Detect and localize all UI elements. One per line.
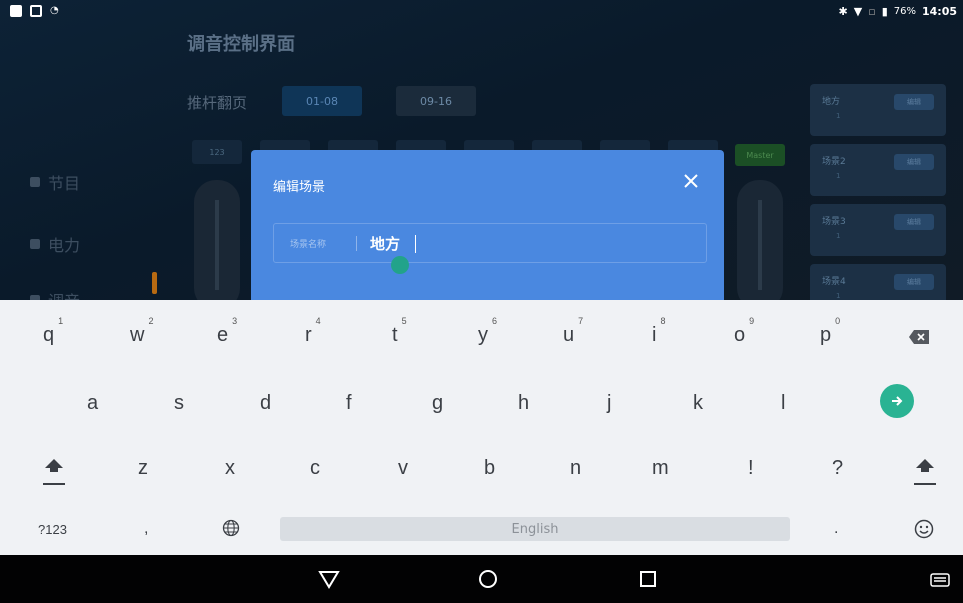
page-button-01-08[interactable]: 01-08 <box>282 86 362 116</box>
level-meter <box>152 272 157 294</box>
globe-icon[interactable] <box>222 519 240 543</box>
back-icon[interactable] <box>318 569 340 593</box>
text-selection-handle[interactable] <box>391 256 409 274</box>
key-d[interactable]: d <box>260 392 271 415</box>
dialog-title: 编辑场景 <box>273 180 326 195</box>
key-u[interactable]: u7 <box>563 316 583 347</box>
scene-edit-button[interactable]: 编辑 <box>894 214 934 230</box>
key-n[interactable]: n <box>570 457 581 480</box>
soft-keyboard: q1 w2 e3 r4 t5 y6 u7 i8 o9 p0 a s d f g … <box>0 300 963 555</box>
key-x[interactable]: x <box>225 457 235 480</box>
key-l[interactable]: l <box>781 392 785 415</box>
scene-card[interactable]: 场景3 1 编辑 <box>810 204 946 256</box>
sidebar-item-power[interactable]: 电力 <box>30 232 80 256</box>
keyboard-switch-icon[interactable] <box>930 572 950 591</box>
mixer-app: ◔ ✱ ▼ ▫ ▮ 76% 14:05 调音控制界面 推杆翻页 01-08 09… <box>0 0 963 300</box>
key-f[interactable]: f <box>346 392 352 415</box>
program-icon <box>30 177 40 187</box>
master-button[interactable]: Master <box>735 144 785 166</box>
key-q[interactable]: q1 <box>43 316 63 347</box>
key-k[interactable]: k <box>693 392 703 415</box>
battery-icon: ▮ <box>881 5 888 18</box>
key-p[interactable]: p0 <box>820 316 840 347</box>
key-comma[interactable]: , <box>144 520 148 538</box>
scene-edit-button[interactable]: 编辑 <box>894 154 934 170</box>
key-m[interactable]: m <box>652 457 669 480</box>
notification-icon <box>10 5 22 17</box>
screenshot-icon <box>30 5 42 17</box>
sidebar-item-mixer[interactable]: 调音 <box>30 288 80 300</box>
recent-apps-icon[interactable] <box>639 570 657 592</box>
key-a[interactable]: a <box>87 392 98 415</box>
channel-button[interactable]: 123 <box>192 140 242 164</box>
key-i[interactable]: i8 <box>652 316 665 347</box>
scene-edit-button[interactable]: 编辑 <box>894 94 934 110</box>
key-b[interactable]: b <box>484 457 495 480</box>
scene-name: 场景3 <box>822 217 846 227</box>
edit-scene-dialog: 编辑场景 场景名称 地方 <box>251 150 724 300</box>
sidebar-item-program[interactable]: 节目 <box>30 170 80 194</box>
field-divider <box>356 236 357 251</box>
key-j[interactable]: j <box>607 392 611 415</box>
scene-sub: 1 <box>836 112 841 120</box>
key-e[interactable]: e3 <box>217 316 237 347</box>
key-g[interactable]: g <box>432 392 443 415</box>
scene-edit-button[interactable]: 编辑 <box>894 274 934 290</box>
key-o[interactable]: o9 <box>734 316 754 347</box>
scene-sub: 1 <box>836 292 841 300</box>
key-c[interactable]: c <box>310 457 320 480</box>
key-s[interactable]: s <box>174 392 184 415</box>
fader-page-label: 推杆翻页 <box>187 94 248 112</box>
scene-sub: 1 <box>836 172 841 180</box>
fader-slider[interactable] <box>194 180 240 300</box>
scene-name: 地方 <box>822 97 841 107</box>
key-y[interactable]: y6 <box>478 316 497 347</box>
navigation-bar <box>0 555 963 603</box>
scene-name-input[interactable]: 地方 <box>370 233 400 254</box>
scene-card[interactable]: 场景2 1 编辑 <box>810 144 946 196</box>
field-label: 场景名称 <box>290 240 327 250</box>
key-h[interactable]: h <box>518 392 529 415</box>
key-period[interactable]: . <box>834 520 838 538</box>
symbols-key[interactable]: ?123 <box>38 522 67 537</box>
sidebar-item-label: 电力 <box>48 236 81 255</box>
scene-card[interactable]: 场景4 1 编辑 <box>810 264 946 300</box>
key-z[interactable]: z <box>138 457 148 480</box>
scene-name: 场景4 <box>822 277 846 287</box>
battery-level: 76% <box>893 6 916 17</box>
backspace-icon[interactable] <box>908 328 930 351</box>
close-icon[interactable] <box>680 170 702 192</box>
bluetooth-icon: ✱ <box>838 5 848 18</box>
clock: 14:05 <box>921 5 957 18</box>
key-v[interactable]: v <box>398 457 408 480</box>
page-button-09-16[interactable]: 09-16 <box>396 86 476 116</box>
scene-name-field[interactable]: 场景名称 地方 <box>273 223 707 263</box>
scene-name: 场景2 <box>822 157 846 167</box>
page-title: 调音控制界面 <box>187 34 295 55</box>
shift-icon[interactable] <box>43 457 65 493</box>
key-question[interactable]: ? <box>832 457 843 480</box>
wifi-icon: ◔ <box>50 5 59 16</box>
scene-card[interactable]: 地方 1 编辑 <box>810 84 946 136</box>
power-icon <box>30 239 40 249</box>
signal-icon: ▼ <box>853 5 863 18</box>
shift-right-icon[interactable] <box>914 457 936 493</box>
text-cursor <box>415 235 416 253</box>
master-fader-slider[interactable] <box>737 180 783 300</box>
space-bar[interactable]: English <box>280 517 790 541</box>
sidebar-item-label: 调音 <box>48 288 80 300</box>
key-t[interactable]: t5 <box>392 316 407 347</box>
sidebar-item-label: 节目 <box>48 174 81 193</box>
key-w[interactable]: w2 <box>130 316 153 347</box>
status-bar: ◔ ✱ ▼ ▫ ▮ 76% 14:05 <box>0 0 963 24</box>
home-icon[interactable] <box>478 569 498 593</box>
key-r[interactable]: r4 <box>305 316 321 347</box>
go-button[interactable] <box>880 384 914 418</box>
emoji-icon[interactable] <box>914 519 934 545</box>
key-exclamation[interactable]: ! <box>748 457 754 480</box>
scene-sub: 1 <box>836 232 841 240</box>
sim-icon: ▫ <box>868 5 876 18</box>
